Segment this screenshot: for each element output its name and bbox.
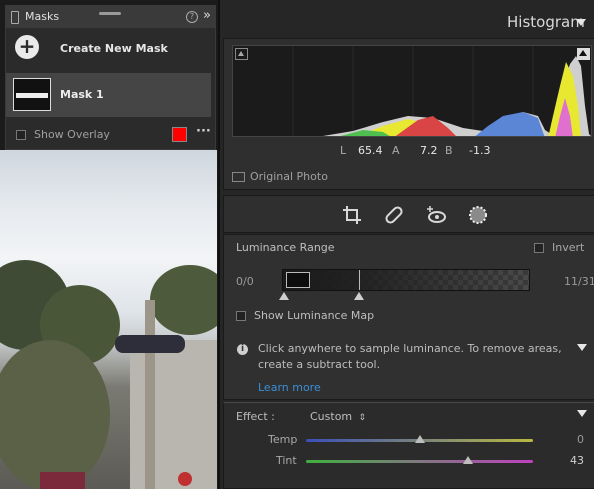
tool-strip xyxy=(223,195,594,233)
tint-value: 43 xyxy=(570,454,584,467)
healing-icon[interactable] xyxy=(384,205,404,225)
temp-slider-thumb[interactable] xyxy=(414,435,425,443)
lab-B-label: B xyxy=(445,144,453,157)
more-options-icon[interactable]: ··· xyxy=(196,124,211,139)
mask-item[interactable]: Mask 1 xyxy=(6,73,211,117)
shadow-clipping-triangle xyxy=(238,51,244,56)
collapse-icon[interactable]: » xyxy=(203,8,211,23)
photo-building xyxy=(130,340,217,489)
range-low-handle[interactable] xyxy=(279,292,289,300)
temp-label: Temp xyxy=(268,433,298,446)
histogram-title: Histogram xyxy=(507,13,585,31)
luminance-range-bar[interactable] xyxy=(282,269,530,291)
panel-toggle-icon[interactable] xyxy=(11,11,19,24)
show-luminance-map-checkbox[interactable] xyxy=(236,311,246,321)
tint-slider[interactable] xyxy=(306,460,533,463)
effect-preset-dropdown[interactable]: Custom ⇕ xyxy=(310,410,366,423)
overlay-color-swatch[interactable] xyxy=(172,127,187,142)
original-photo-label: Original Photo xyxy=(250,170,328,183)
crop-icon[interactable] xyxy=(342,205,362,225)
range-high-handle[interactable] xyxy=(354,292,364,300)
create-new-mask-label: Create New Mask xyxy=(60,42,168,55)
masks-panel: Masks ? » + Create New Mask Mask 1 Show … xyxy=(5,5,216,150)
temp-value: 0 xyxy=(577,433,584,446)
mask-item-label: Mask 1 xyxy=(60,88,104,101)
invert-label: Invert xyxy=(552,241,585,254)
show-overlay-label: Show Overlay xyxy=(34,128,110,141)
help-icon[interactable]: ? xyxy=(186,11,198,23)
lab-L-label: L xyxy=(340,144,347,157)
masks-title: Masks xyxy=(25,10,60,23)
mask-thumbnail-band xyxy=(16,93,48,98)
range-left-value: 0/0 xyxy=(236,275,254,288)
red-eye-icon[interactable] xyxy=(426,204,448,226)
invert-checkbox[interactable] xyxy=(534,243,544,253)
photo-lamp-post xyxy=(145,300,155,489)
range-right-value: 11/31 xyxy=(564,275,594,288)
highlight-clipping-icon[interactable] xyxy=(577,48,590,60)
photo-lamp-heads xyxy=(115,335,185,353)
learn-more-link[interactable]: Learn more xyxy=(258,381,321,394)
luminance-range-marker xyxy=(359,270,360,290)
masks-panel-header[interactable]: Masks ? » xyxy=(6,6,215,28)
effect-preset-value: Custom xyxy=(310,410,353,423)
photo-car xyxy=(40,472,85,489)
right-panel: Histogram L 65.4 A 7.2 B -1.3 Original P… xyxy=(218,0,594,489)
info-text-line2: create a subtract tool. xyxy=(258,358,381,371)
masking-icon[interactable] xyxy=(468,205,488,225)
original-photo-icon[interactable] xyxy=(232,172,245,182)
create-new-mask-button[interactable]: + Create New Mask xyxy=(6,30,215,66)
histogram-svg xyxy=(292,46,591,136)
luminance-range-title: Luminance Range xyxy=(236,241,335,254)
tint-label: Tint xyxy=(276,454,297,467)
highlight-clipping-triangle xyxy=(579,50,587,56)
photo-canvas[interactable] xyxy=(0,150,217,489)
effect-collapse-icon[interactable] xyxy=(577,410,587,417)
tint-slider-thumb[interactable] xyxy=(463,456,474,464)
info-icon: i xyxy=(237,344,248,355)
show-luminance-map-label: Show Luminance Map xyxy=(254,309,375,322)
effect-section: Effect : Custom ⇕ Temp 0 Tint 43 xyxy=(223,402,594,489)
mask-thumbnail xyxy=(13,78,51,111)
dropdown-arrows-icon: ⇕ xyxy=(355,413,367,423)
lab-A-label: A xyxy=(392,144,400,157)
luminance-range-selection[interactable] xyxy=(286,272,310,288)
lab-A-value: 7.2 xyxy=(420,144,438,157)
info-collapse-icon[interactable] xyxy=(577,344,587,351)
histogram-graph[interactable] xyxy=(232,45,592,137)
shadow-clipping-icon[interactable] xyxy=(235,48,248,60)
show-overlay-checkbox[interactable] xyxy=(16,130,26,140)
histogram-section: L 65.4 A 7.2 B -1.3 Original Photo xyxy=(223,38,594,190)
lab-L-value: 65.4 xyxy=(358,144,383,157)
drag-handle-icon[interactable] xyxy=(99,12,121,15)
plus-icon: + xyxy=(15,35,39,59)
info-text-line1: Click anywhere to sample luminance. To r… xyxy=(258,342,562,355)
luminance-range-section: Luminance Range Invert 0/0 11/31 Show Lu… xyxy=(223,234,594,400)
histogram-collapse-icon[interactable] xyxy=(576,19,586,26)
lab-B-value: -1.3 xyxy=(469,144,491,157)
effect-label: Effect : xyxy=(236,410,275,423)
photo-stop-sign xyxy=(178,472,192,486)
photo-tree xyxy=(150,265,217,335)
